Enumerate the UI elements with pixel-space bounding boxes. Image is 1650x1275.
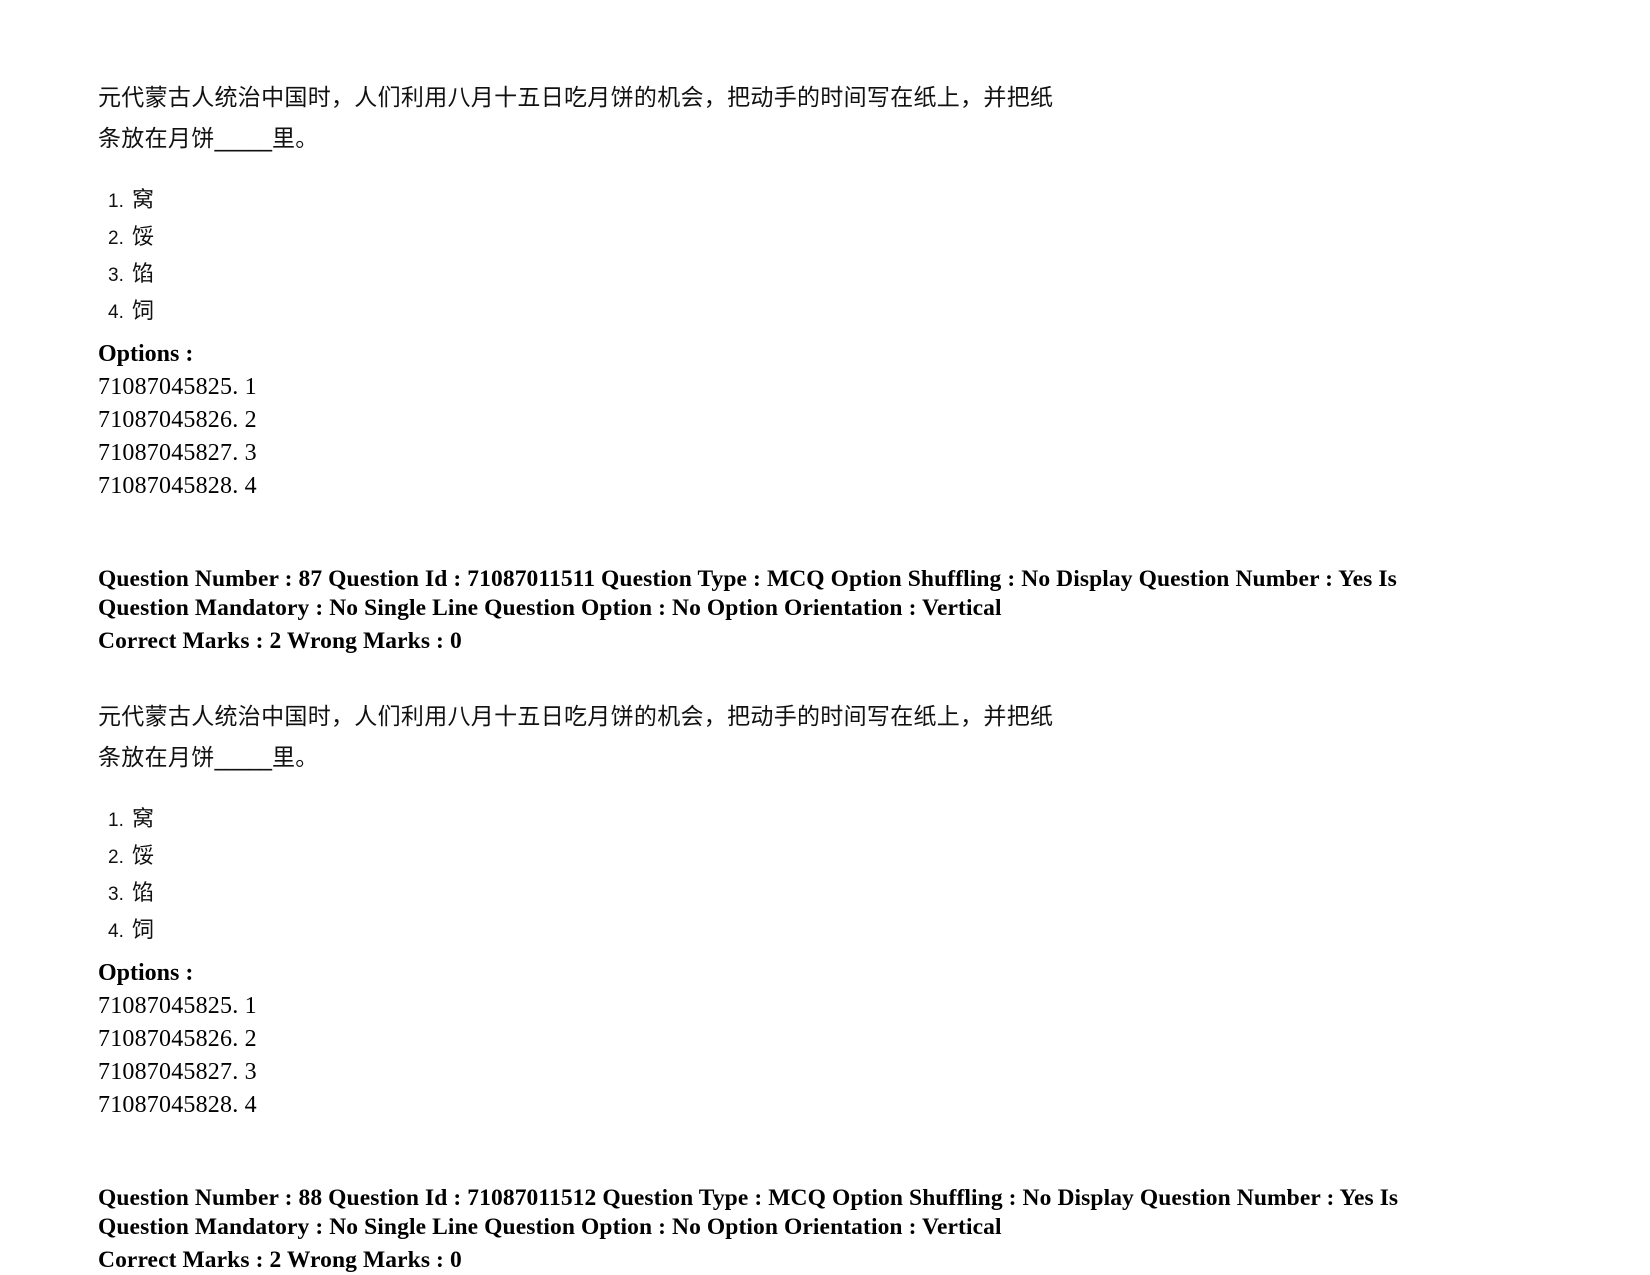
list-item[interactable]: 3. 馅 (98, 876, 1558, 913)
document-page: 元代蒙古人统治中国时，人们利用八月十五日吃月饼的机会，把动手的时间写在纸上，并把… (0, 0, 1650, 1275)
list-item: 71087045827. 3 (98, 440, 257, 466)
question-stem-1-blank: _____ (214, 126, 273, 152)
options-heading-1: Options : (98, 341, 194, 367)
choice-text: 饲 (132, 918, 155, 943)
question-stem-1-line1: 元代蒙古人统治中国时，人们利用八月十五日吃月饼的机会，把动手的时间写在纸上，并把… (98, 85, 1054, 111)
choice-text: 馅 (132, 881, 155, 906)
question-header-87: Question Number : 87 Question Id : 71087… (98, 565, 1490, 656)
list-item[interactable]: 4. 饲 (98, 913, 1558, 950)
choice-number: 3. (108, 884, 124, 905)
list-item: 71087045828. 4 (98, 1092, 257, 1118)
choice-number: 3. (108, 265, 124, 286)
question-header-88-line2: Question Mandatory : No Single Line Ques… (98, 1214, 1002, 1240)
choice-number: 4. (108, 921, 124, 942)
question-header-87-line2: Question Mandatory : No Single Line Ques… (98, 595, 1002, 621)
question-header-88-line1: Question Number : 88 Question Id : 71087… (98, 1185, 1399, 1211)
list-item[interactable]: 3. 馅 (98, 257, 1558, 294)
list-item: 71087045826. 2 (98, 407, 257, 433)
page-content: 元代蒙古人统治中国时，人们利用八月十五日吃月饼的机会，把动手的时间写在纸上，并把… (98, 55, 1558, 1275)
question-stem-2-line1: 元代蒙古人统治中国时，人们利用八月十五日吃月饼的机会，把动手的时间写在纸上，并把… (98, 704, 1054, 730)
choice-number: 1. (108, 191, 124, 212)
choice-number: 1. (108, 810, 124, 831)
choice-text: 馅 (132, 262, 155, 287)
question-body-1: 元代蒙古人统治中国时，人们利用八月十五日吃月饼的机会，把动手的时间写在纸上，并把… (98, 78, 1558, 503)
choice-text: 窝 (132, 188, 155, 213)
question-stem-1: 元代蒙古人统治中国时，人们利用八月十五日吃月饼的机会，把动手的时间写在纸上，并把… (98, 78, 1098, 160)
choice-text: 窝 (132, 807, 155, 832)
list-item: 71087045828. 4 (98, 473, 257, 499)
option-id-list-2: 71087045825. 1 71087045826. 2 7108704582… (98, 990, 1558, 1122)
list-item[interactable]: 1. 窝 (98, 183, 1558, 220)
choice-number: 2. (108, 228, 124, 249)
choice-text: 馁 (132, 844, 155, 869)
question-header-88: Question Number : 88 Question Id : 71087… (98, 1184, 1490, 1275)
list-item: 71087045827. 3 (98, 1059, 257, 1085)
choice-number: 2. (108, 847, 124, 868)
question-stem-2-blank: _____ (214, 745, 273, 771)
list-item: 71087045825. 1 (98, 993, 257, 1019)
question-header-87-marks: Correct Marks : 2 Wrong Marks : 0 (98, 628, 462, 654)
options-heading-2: Options : (98, 960, 194, 986)
question-stem-2-line2-prefix: 条放在月饼 (98, 745, 215, 771)
choice-text: 馁 (132, 225, 155, 250)
list-item[interactable]: 4. 饲 (98, 294, 1558, 331)
choice-number: 4. (108, 302, 124, 323)
choice-list-2: 1. 窝 2. 馁 3. 馅 4. 饲 (98, 802, 1558, 950)
list-item: 71087045825. 1 (98, 374, 257, 400)
list-item[interactable]: 2. 馁 (98, 220, 1558, 257)
question-header-87-line1: Question Number : 87 Question Id : 71087… (98, 566, 1397, 592)
question-header-88-marks: Correct Marks : 2 Wrong Marks : 0 (98, 1247, 462, 1273)
question-stem-2-line2-suffix: 里。 (272, 745, 319, 771)
list-item: 71087045826. 2 (98, 1026, 257, 1052)
list-item[interactable]: 1. 窝 (98, 802, 1558, 839)
question-stem-1-line2-prefix: 条放在月饼 (98, 126, 215, 152)
question-body-2: 元代蒙古人统治中国时，人们利用八月十五日吃月饼的机会，把动手的时间写在纸上，并把… (98, 697, 1558, 1122)
question-stem-2: 元代蒙古人统治中国时，人们利用八月十五日吃月饼的机会，把动手的时间写在纸上，并把… (98, 697, 1098, 779)
choice-list-1: 1. 窝 2. 馁 3. 馅 4. 饲 (98, 183, 1558, 331)
choice-text: 饲 (132, 299, 155, 324)
option-id-list-1: 71087045825. 1 71087045826. 2 7108704582… (98, 371, 1558, 503)
question-stem-1-line2-suffix: 里。 (272, 126, 319, 152)
list-item[interactable]: 2. 馁 (98, 839, 1558, 876)
